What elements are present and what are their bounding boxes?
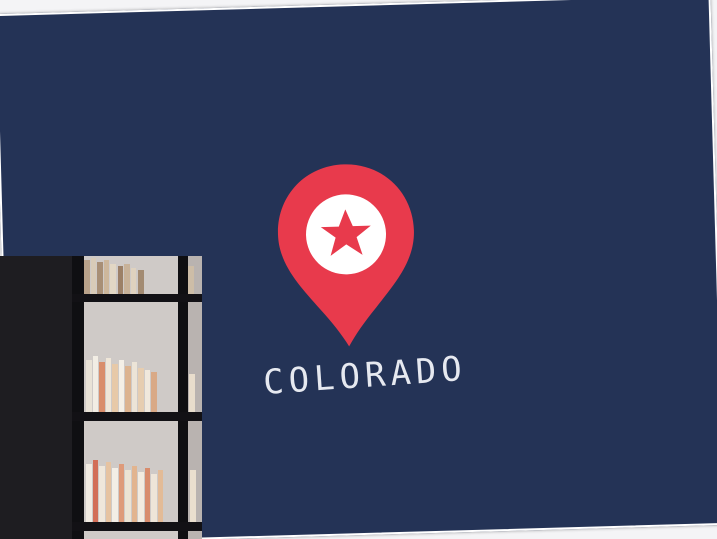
bookshelf-illustration bbox=[0, 256, 202, 539]
map-pin-star-icon bbox=[277, 164, 414, 347]
scene: COLORADO bbox=[0, 0, 717, 539]
bookshelf-photo bbox=[0, 256, 202, 539]
